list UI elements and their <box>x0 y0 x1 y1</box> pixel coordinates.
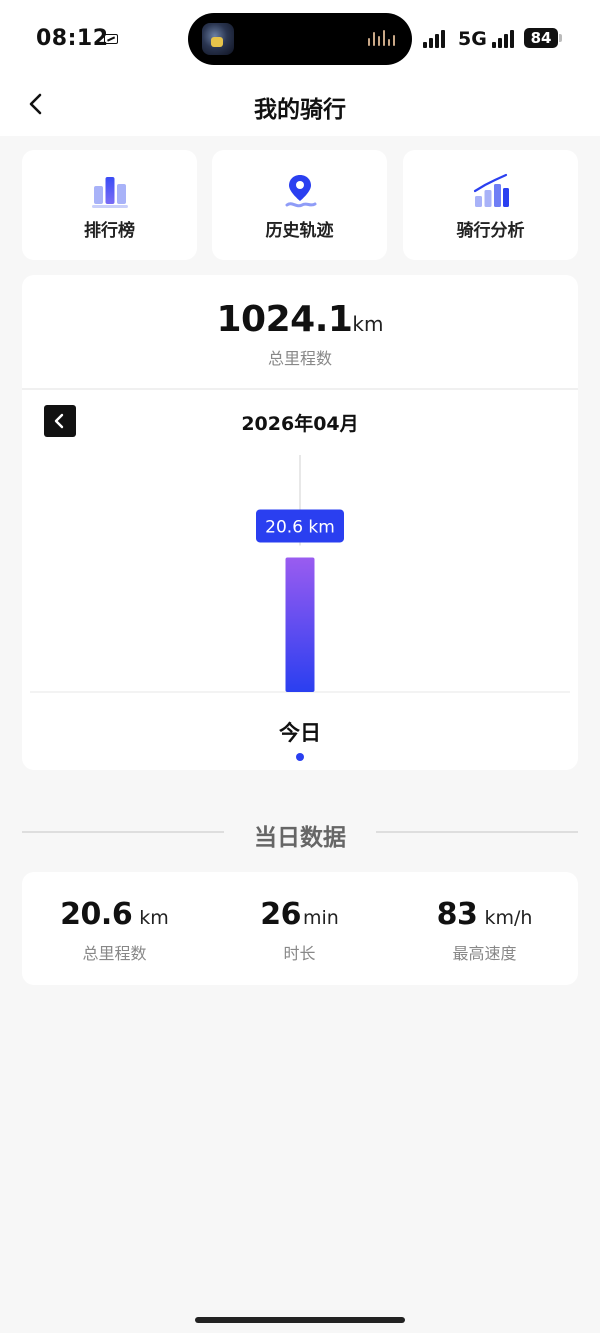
total-distance-unit: km <box>352 312 384 336</box>
leaderboard-button[interactable]: 排行榜 <box>22 150 197 260</box>
stat-max-speed-label: 最高速度 <box>452 944 517 963</box>
battery-icon: 84 <box>524 28 558 48</box>
history-track-label: 历史轨迹 <box>265 221 334 241</box>
trend-chart-icon <box>473 173 509 207</box>
daily-data-title: 当日数据 <box>254 825 346 851</box>
dynamic-island[interactable] <box>188 13 412 65</box>
stat-distance-value: 20.6 <box>60 897 133 932</box>
x-axis-tick-label: 今日 <box>279 721 321 745</box>
selected-day-indicator <box>296 753 304 761</box>
stat-duration: 26 min 时长 <box>207 898 392 964</box>
summary-card: 1024.1km 总里程数 2026年04月 20.6 km 今日 <box>22 275 578 770</box>
daily-stats-card: 20.6 km 总里程数 26 min 时长 83 km/h 最高速度 <box>22 872 578 985</box>
page-title: 我的骑行 <box>254 97 346 123</box>
stat-max-speed-unit: km/h <box>484 907 533 929</box>
bar-data-label: 20.6 km <box>265 517 335 537</box>
leaderboard-label: 排行榜 <box>84 221 135 241</box>
home-indicator[interactable] <box>195 1317 405 1323</box>
now-playing-artwork-icon <box>202 23 234 55</box>
audio-wave-icon <box>368 29 396 49</box>
month-title: 2026年04月 <box>241 413 359 435</box>
chart-bar <box>285 557 315 692</box>
stat-duration-value: 26 <box>260 897 301 932</box>
riding-analysis-button[interactable]: 骑行分析 <box>403 150 578 260</box>
status-bar: 08:12 5G 84 <box>0 0 600 78</box>
route-pin-icon <box>285 175 317 208</box>
cellular-signal-2-icon <box>492 30 520 48</box>
heading-line-right <box>376 831 578 833</box>
stat-distance: 20.6 km 总里程数 <box>22 898 207 964</box>
stat-max-speed: 83 km/h 最高速度 <box>392 898 577 964</box>
battery-cap-icon <box>559 34 562 42</box>
daily-data-heading: 当日数据 <box>0 818 600 851</box>
stat-distance-unit: km <box>139 907 169 929</box>
stat-distance-label: 总里程数 <box>82 944 147 963</box>
divider <box>22 388 578 390</box>
sim-icon <box>104 34 118 44</box>
leaderboard-icon <box>92 177 128 208</box>
total-distance-label: 总里程数 <box>267 349 332 368</box>
history-track-button[interactable]: 历史轨迹 <box>212 150 387 260</box>
total-distance: 1024.1km <box>22 299 578 340</box>
total-distance-value: 1024.1 <box>216 299 353 340</box>
stat-duration-label: 时长 <box>283 944 316 963</box>
stat-duration-unit: min <box>302 907 339 929</box>
status-time: 08:12 <box>36 26 109 51</box>
distance-chart[interactable]: 20.6 km <box>22 455 578 705</box>
network-type: 5G <box>458 28 487 50</box>
cellular-signal-icon <box>423 30 451 48</box>
riding-analysis-label: 骑行分析 <box>456 221 525 241</box>
stat-max-speed-value: 83 <box>436 897 478 932</box>
nav-bar: 我的骑行 <box>0 78 600 136</box>
